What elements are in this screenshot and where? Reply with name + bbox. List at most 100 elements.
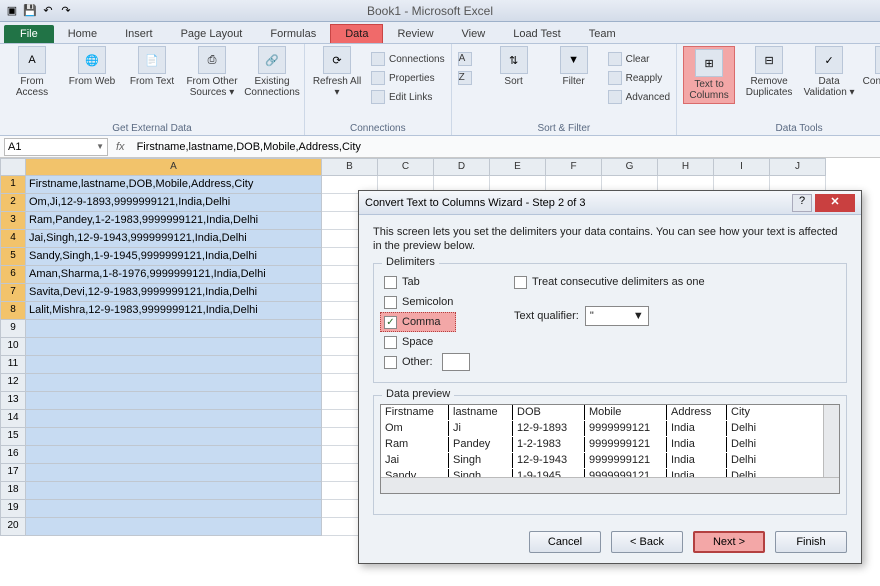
select-all-corner[interactable] (0, 158, 26, 176)
text-to-columns-button[interactable]: ⊞Text to Columns (683, 46, 735, 104)
refresh-all-button[interactable]: ⟳Refresh All ▾ (311, 46, 363, 106)
comma-checkbox-row[interactable]: ✓Comma (380, 312, 456, 332)
cell[interactable]: Savita,Devi,12-9-1983,9999999121,India,D… (26, 284, 322, 302)
row-header[interactable]: 4 (0, 230, 26, 248)
row-header[interactable]: 6 (0, 266, 26, 284)
tab-data[interactable]: Data (330, 24, 383, 43)
cell[interactable] (26, 500, 322, 518)
cell[interactable] (26, 338, 322, 356)
clear-button[interactable]: Clear (608, 50, 670, 68)
row-header[interactable]: 3 (0, 212, 26, 230)
from-other-sources-button[interactable]: ⎙From Other Sources ▾ (186, 46, 238, 98)
col-header[interactable]: F (546, 158, 602, 176)
from-web-button[interactable]: 🌐From Web (66, 46, 118, 98)
checkbox-icon[interactable] (384, 356, 397, 369)
space-checkbox-row[interactable]: Space (384, 332, 836, 352)
col-header[interactable]: A (26, 158, 322, 176)
row-header[interactable]: 12 (0, 374, 26, 392)
tab-view[interactable]: View (448, 25, 500, 43)
chevron-down-icon[interactable]: ▼ (633, 310, 644, 322)
treat-consecutive-checkbox-row[interactable]: Treat consecutive delimiters as one (514, 272, 705, 292)
connections-button[interactable]: Connections (371, 50, 445, 68)
cell[interactable]: Lalit,Mishra,12-9-1983,9999999121,India,… (26, 302, 322, 320)
cell[interactable] (26, 392, 322, 410)
other-checkbox-row[interactable]: Other: (384, 352, 836, 372)
cell[interactable]: Sandy,Singh,1-9-1945,9999999121,India,De… (26, 248, 322, 266)
redo-icon[interactable]: ↷ (58, 3, 74, 19)
edit-links-button[interactable]: Edit Links (371, 88, 445, 106)
tab-file[interactable]: File (4, 25, 54, 43)
existing-connections-button[interactable]: 🔗Existing Connections (246, 46, 298, 98)
cell[interactable] (26, 428, 322, 446)
row-header[interactable]: 13 (0, 392, 26, 410)
row-header[interactable]: 14 (0, 410, 26, 428)
tab-load-test[interactable]: Load Test (499, 25, 575, 43)
cell[interactable] (26, 320, 322, 338)
tab-page-layout[interactable]: Page Layout (167, 25, 257, 43)
checkbox-icon[interactable] (514, 276, 527, 289)
checkbox-icon[interactable]: ✓ (384, 316, 397, 329)
chevron-down-icon[interactable]: ▼ (96, 142, 104, 151)
back-button[interactable]: < Back (611, 531, 683, 553)
row-header[interactable]: 20 (0, 518, 26, 536)
cell[interactable] (26, 410, 322, 428)
tab-review[interactable]: Review (383, 25, 447, 43)
col-header[interactable]: J (770, 158, 826, 176)
advanced-button[interactable]: Advanced (608, 88, 670, 106)
cell[interactable] (26, 518, 322, 536)
horizontal-scrollbar[interactable] (381, 477, 839, 493)
cell[interactable] (26, 374, 322, 392)
checkbox-icon[interactable] (384, 276, 397, 289)
checkbox-icon[interactable] (384, 296, 397, 309)
properties-button[interactable]: Properties (371, 69, 445, 87)
cell[interactable]: Aman,Sharma,1-8-1976,9999999121,India,De… (26, 266, 322, 284)
other-delimiter-input[interactable] (442, 353, 470, 371)
remove-duplicates-button[interactable]: ⊟Remove Duplicates (743, 46, 795, 104)
col-header[interactable]: C (378, 158, 434, 176)
row-header[interactable]: 18 (0, 482, 26, 500)
sort-az-button[interactable]: A (458, 50, 480, 68)
row-header[interactable]: 15 (0, 428, 26, 446)
checkbox-icon[interactable] (384, 336, 397, 349)
col-header[interactable]: I (714, 158, 770, 176)
cancel-button[interactable]: Cancel (529, 531, 601, 553)
consolidate-button[interactable]: ⊡Consolidate (863, 46, 880, 104)
sort-za-button[interactable]: Z (458, 69, 480, 87)
undo-icon[interactable]: ↶ (40, 3, 56, 19)
cell[interactable]: Om,Ji,12-9-1893,9999999121,India,Delhi (26, 194, 322, 212)
name-box[interactable]: A1▼ (4, 138, 108, 156)
row-header[interactable]: 19 (0, 500, 26, 518)
col-header[interactable]: D (434, 158, 490, 176)
col-header[interactable]: H (658, 158, 714, 176)
from-access-button[interactable]: AFrom Access (6, 46, 58, 98)
text-qualifier-select[interactable]: "▼ (585, 306, 649, 326)
tab-insert[interactable]: Insert (111, 25, 167, 43)
filter-button[interactable]: ▼Filter (548, 46, 600, 106)
row-header[interactable]: 17 (0, 464, 26, 482)
finish-button[interactable]: Finish (775, 531, 847, 553)
save-icon[interactable]: 💾 (22, 3, 38, 19)
cell[interactable] (26, 482, 322, 500)
data-validation-button[interactable]: ✓Data Validation ▾ (803, 46, 855, 104)
sort-button[interactable]: ⇅Sort (488, 46, 540, 106)
row-header[interactable]: 8 (0, 302, 26, 320)
row-header[interactable]: 2 (0, 194, 26, 212)
col-header[interactable]: G (602, 158, 658, 176)
row-header[interactable]: 9 (0, 320, 26, 338)
cell[interactable]: Firstname,lastname,DOB,Mobile,Address,Ci… (26, 176, 322, 194)
cell[interactable] (26, 464, 322, 482)
tab-team[interactable]: Team (575, 25, 630, 43)
tab-formulas[interactable]: Formulas (256, 25, 330, 43)
cell[interactable] (26, 356, 322, 374)
cell[interactable] (26, 446, 322, 464)
tab-home[interactable]: Home (54, 25, 111, 43)
next-button[interactable]: Next > (693, 531, 765, 553)
row-header[interactable]: 11 (0, 356, 26, 374)
reapply-button[interactable]: Reapply (608, 69, 670, 87)
cell[interactable]: Jai,Singh,12-9-1943,9999999121,India,Del… (26, 230, 322, 248)
col-header[interactable]: E (490, 158, 546, 176)
row-header[interactable]: 16 (0, 446, 26, 464)
row-header[interactable]: 5 (0, 248, 26, 266)
row-header[interactable]: 10 (0, 338, 26, 356)
close-button[interactable]: ✕ (815, 194, 855, 212)
